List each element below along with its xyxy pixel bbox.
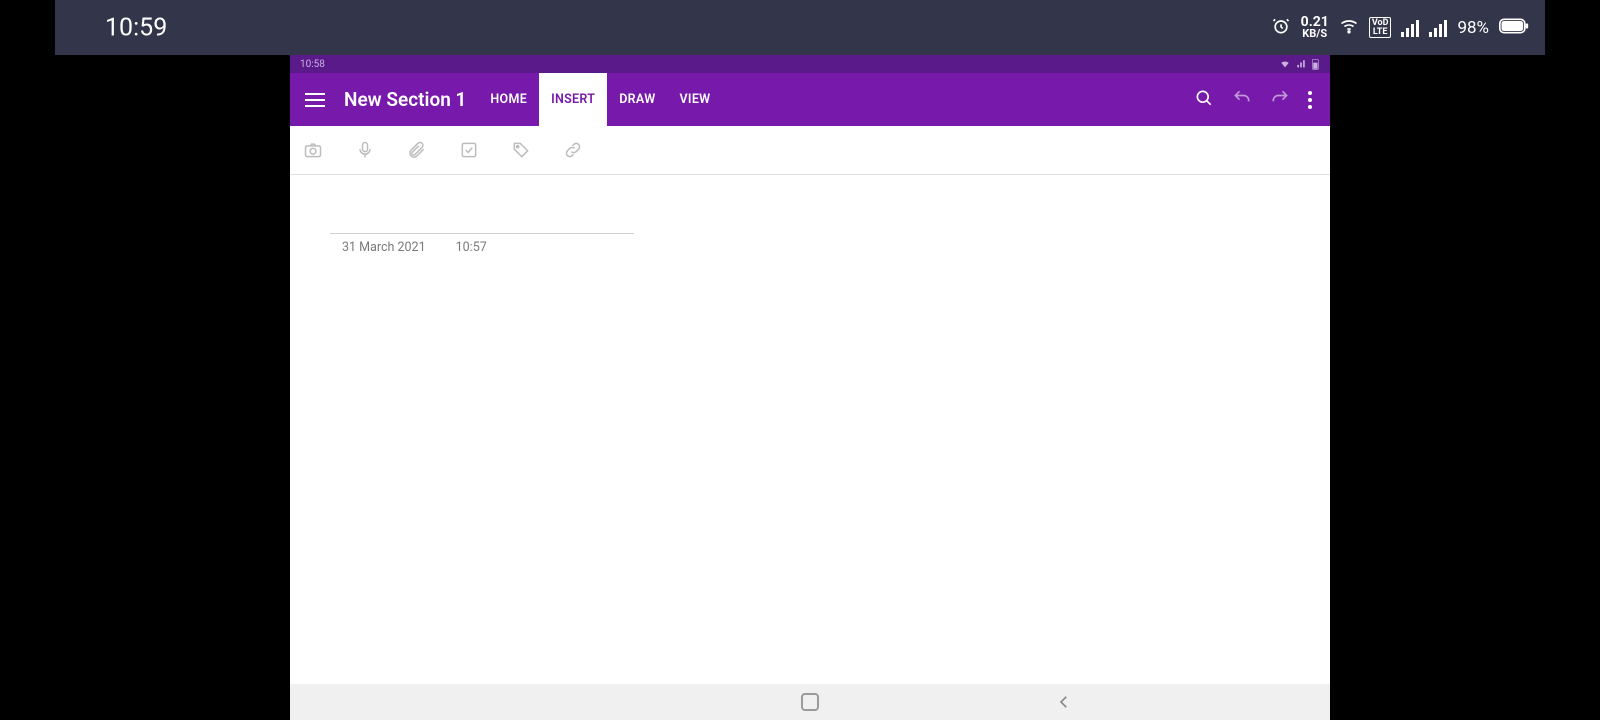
device-clock: 10:59 — [105, 13, 167, 42]
battery-icon — [1499, 18, 1529, 38]
page-title-input[interactable] — [330, 205, 634, 234]
note-canvas[interactable]: 31 March 2021 10:57 — [290, 175, 1330, 685]
section-title[interactable]: New Section 1 — [340, 73, 478, 126]
insert-toolbar — [290, 126, 1330, 175]
data-speed: 0.21 KB/S — [1301, 16, 1329, 38]
menu-button[interactable] — [290, 73, 340, 126]
more-icon[interactable] — [1308, 91, 1312, 109]
page-date: 31 March 2021 — [342, 240, 426, 255]
signal-icon-1 — [1401, 19, 1419, 37]
alarm-icon — [1271, 16, 1291, 40]
undo-icon[interactable] — [1232, 88, 1252, 112]
attachment-icon[interactable] — [402, 135, 432, 165]
battery-percent: 98% — [1457, 18, 1489, 38]
page-header: 31 March 2021 10:57 — [330, 205, 630, 255]
microphone-icon[interactable] — [350, 135, 380, 165]
device-status-bar: 10:59 0.21 KB/S VoDLTE 98% — [55, 0, 1545, 55]
system-nav-bar — [290, 684, 1330, 720]
wifi-icon — [1339, 16, 1359, 40]
app-bar: New Section 1 HOME INSERT DRAW VIEW — [290, 73, 1330, 126]
tab-draw[interactable]: DRAW — [607, 73, 667, 126]
network-badge: VoDLTE — [1369, 17, 1392, 37]
app-window: 10:58 New Section 1 HOME INSERT DRAW VIE… — [290, 55, 1330, 720]
link-icon[interactable] — [558, 135, 588, 165]
search-icon[interactable] — [1194, 88, 1214, 112]
home-button[interactable] — [795, 687, 825, 717]
tab-home[interactable]: HOME — [478, 73, 539, 126]
back-button[interactable] — [1049, 687, 1079, 717]
inner-status-icons — [1280, 59, 1320, 70]
signal-icon-2 — [1429, 19, 1447, 37]
tab-view[interactable]: VIEW — [668, 73, 723, 126]
tag-icon[interactable] — [506, 135, 536, 165]
camera-icon[interactable] — [298, 135, 328, 165]
redo-icon[interactable] — [1270, 88, 1290, 112]
inner-clock: 10:58 — [300, 59, 325, 70]
tab-insert[interactable]: INSERT — [539, 73, 607, 126]
page-time: 10:57 — [456, 240, 487, 255]
ribbon-tabs: HOME INSERT DRAW VIEW — [478, 73, 722, 126]
checkbox-icon[interactable] — [454, 135, 484, 165]
inner-status-bar: 10:58 — [290, 55, 1330, 73]
